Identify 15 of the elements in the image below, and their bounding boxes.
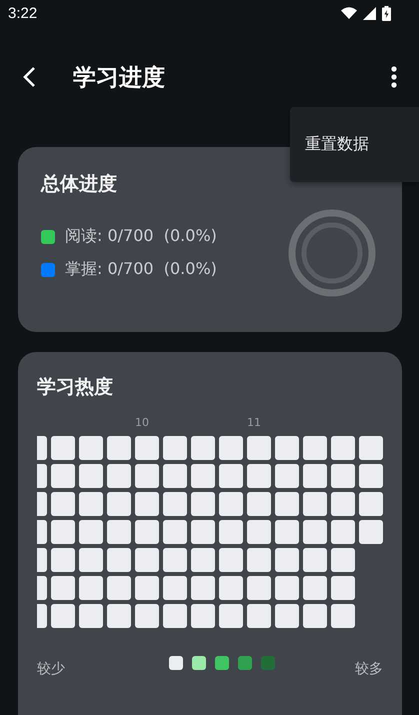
legend-label: 掌握: 0/700 (0.0%) (65, 259, 217, 280)
card-title: 总体进度 (41, 172, 118, 197)
status-time: 3:22 (8, 4, 38, 22)
legend-label: 阅读: 0/700 (0.0%) (65, 226, 217, 247)
legend-more-label: 较多 (355, 660, 383, 678)
more-vert-icon (391, 66, 397, 88)
month-label: 11 (247, 416, 261, 429)
month-label: 10 (135, 416, 149, 429)
menu-item[interactable]: 重置数据 (290, 134, 384, 155)
battery-icon (382, 6, 391, 20)
wifi-icon (341, 7, 357, 19)
page-title: 学习进度 (73, 64, 166, 92)
card-title: 学习热度 (37, 375, 114, 400)
signal-icon (363, 6, 376, 20)
legend-less-label: 较少 (37, 660, 65, 678)
